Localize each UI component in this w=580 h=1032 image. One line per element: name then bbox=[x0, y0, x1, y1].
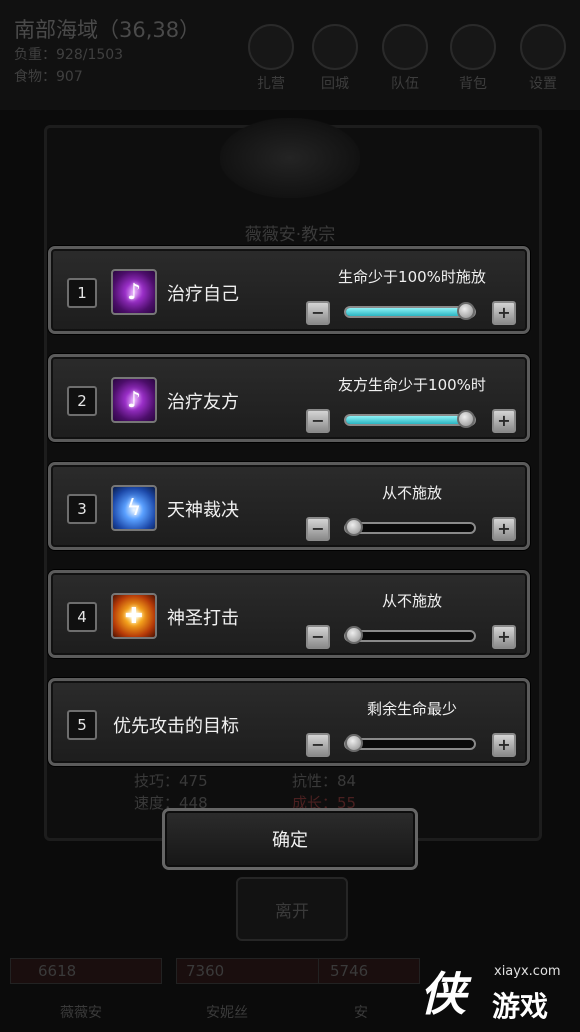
slider-knob[interactable] bbox=[457, 302, 475, 320]
slider-knob[interactable] bbox=[345, 734, 363, 752]
menu-camp-label: 扎营 bbox=[257, 76, 285, 92]
skull-ornament-icon bbox=[220, 118, 360, 198]
team-icon bbox=[382, 24, 428, 70]
skill-index: 5 bbox=[67, 710, 97, 740]
attr-skill: 技巧：475 bbox=[134, 772, 208, 790]
skill-row-1: 1 ♪ 治疗自己 生命少于100%时施放 − + bbox=[48, 246, 530, 334]
party-hp-1: 6618 bbox=[38, 962, 77, 980]
skill-row-5: 5 优先攻击的目标 剩余生命最少 − + bbox=[48, 678, 530, 766]
menu-return-town[interactable]: 回城 bbox=[310, 24, 360, 93]
holy-strike-icon: ✚ bbox=[111, 593, 157, 639]
party-name-2: 安妮丝 bbox=[206, 1005, 248, 1021]
slider-knob[interactable] bbox=[457, 410, 475, 428]
skill-condition: 剩余生命最少 bbox=[366, 700, 457, 718]
skill-condition: 从不施放 bbox=[381, 484, 442, 502]
watermark-text: 游戏 bbox=[492, 990, 549, 1023]
skill-row-3: 3 ϟ 天神裁决 从不施放 − + bbox=[48, 462, 530, 550]
decrease-button[interactable]: − bbox=[306, 301, 330, 325]
party-hp-2: 7360 bbox=[186, 962, 225, 980]
increase-button[interactable]: + bbox=[492, 517, 516, 541]
menu-return-town-label: 回城 bbox=[321, 76, 349, 92]
skill-index: 1 bbox=[67, 278, 97, 308]
slider-fill bbox=[346, 416, 466, 424]
menu-backpack[interactable]: 背包 bbox=[448, 24, 498, 93]
watermark-logo: 侠 bbox=[420, 967, 466, 1021]
condition-slider[interactable] bbox=[344, 734, 476, 752]
skill-condition: 生命少于100%时施放 bbox=[338, 268, 486, 286]
condition-slider[interactable] bbox=[344, 518, 476, 536]
skill-condition: 友方生命少于100%时 bbox=[338, 376, 486, 394]
party-name-1: 薇薇安 bbox=[60, 1005, 102, 1021]
menu-settings[interactable]: 设置 bbox=[518, 24, 568, 93]
skill-name: 治疗友方 bbox=[167, 392, 239, 413]
region-title: 南部海域（36,38） bbox=[14, 18, 201, 42]
hp-bar bbox=[10, 958, 162, 984]
menu-team-label: 队伍 bbox=[391, 76, 419, 92]
attr-resist: 抗性：84 bbox=[292, 772, 357, 790]
watermark-site: xiayx.com bbox=[494, 964, 561, 979]
skill-row-4: 4 ✚ 神圣打击 从不施放 − + bbox=[48, 570, 530, 658]
skill-name: 神圣打击 bbox=[167, 608, 239, 629]
food-stat: 食物：907 bbox=[14, 69, 83, 85]
skill-index: 3 bbox=[67, 494, 97, 524]
condition-slider[interactable] bbox=[344, 626, 476, 644]
menu-settings-label: 设置 bbox=[529, 76, 557, 92]
increase-button[interactable]: + bbox=[492, 733, 516, 757]
menu-team[interactable]: 队伍 bbox=[380, 24, 430, 93]
increase-button[interactable]: + bbox=[492, 301, 516, 325]
skill-index: 4 bbox=[67, 602, 97, 632]
skill-row-2: 2 ♪ 治疗友方 友方生命少于100%时 − + bbox=[48, 354, 530, 442]
return-town-icon bbox=[312, 24, 358, 70]
character-name: 薇薇安·教宗 bbox=[244, 225, 336, 245]
leave-button[interactable]: 离开 bbox=[236, 877, 348, 941]
heal-icon: ♪ bbox=[111, 377, 157, 423]
decrease-button[interactable]: − bbox=[306, 517, 330, 541]
skill-name: 天神裁决 bbox=[167, 500, 239, 521]
decrease-button[interactable]: − bbox=[306, 733, 330, 757]
slider-knob[interactable] bbox=[345, 518, 363, 536]
gear-icon bbox=[520, 24, 566, 70]
camp-icon bbox=[248, 24, 294, 70]
confirm-button[interactable]: 确定 bbox=[162, 808, 418, 870]
skill-index: 2 bbox=[67, 386, 97, 416]
skill-condition: 从不施放 bbox=[381, 592, 442, 610]
decrease-button[interactable]: − bbox=[306, 409, 330, 433]
skill-name: 优先攻击的目标 bbox=[113, 716, 239, 737]
slider-fill bbox=[346, 308, 466, 316]
decrease-button[interactable]: − bbox=[306, 625, 330, 649]
lightning-icon: ϟ bbox=[111, 485, 157, 531]
increase-button[interactable]: + bbox=[492, 409, 516, 433]
menu-backpack-label: 背包 bbox=[459, 76, 487, 92]
load-stat: 负重：928/1503 bbox=[14, 47, 124, 63]
party-hp-3: 5746 bbox=[330, 962, 369, 980]
menu-camp[interactable]: 扎营 bbox=[246, 24, 296, 93]
party-name-3: 安 bbox=[354, 1005, 368, 1021]
slider-knob[interactable] bbox=[345, 626, 363, 644]
condition-slider[interactable] bbox=[344, 410, 476, 428]
heal-icon: ♪ bbox=[111, 269, 157, 315]
increase-button[interactable]: + bbox=[492, 625, 516, 649]
backpack-icon bbox=[450, 24, 496, 70]
skill-name: 治疗自己 bbox=[167, 284, 239, 305]
condition-slider[interactable] bbox=[344, 302, 476, 320]
